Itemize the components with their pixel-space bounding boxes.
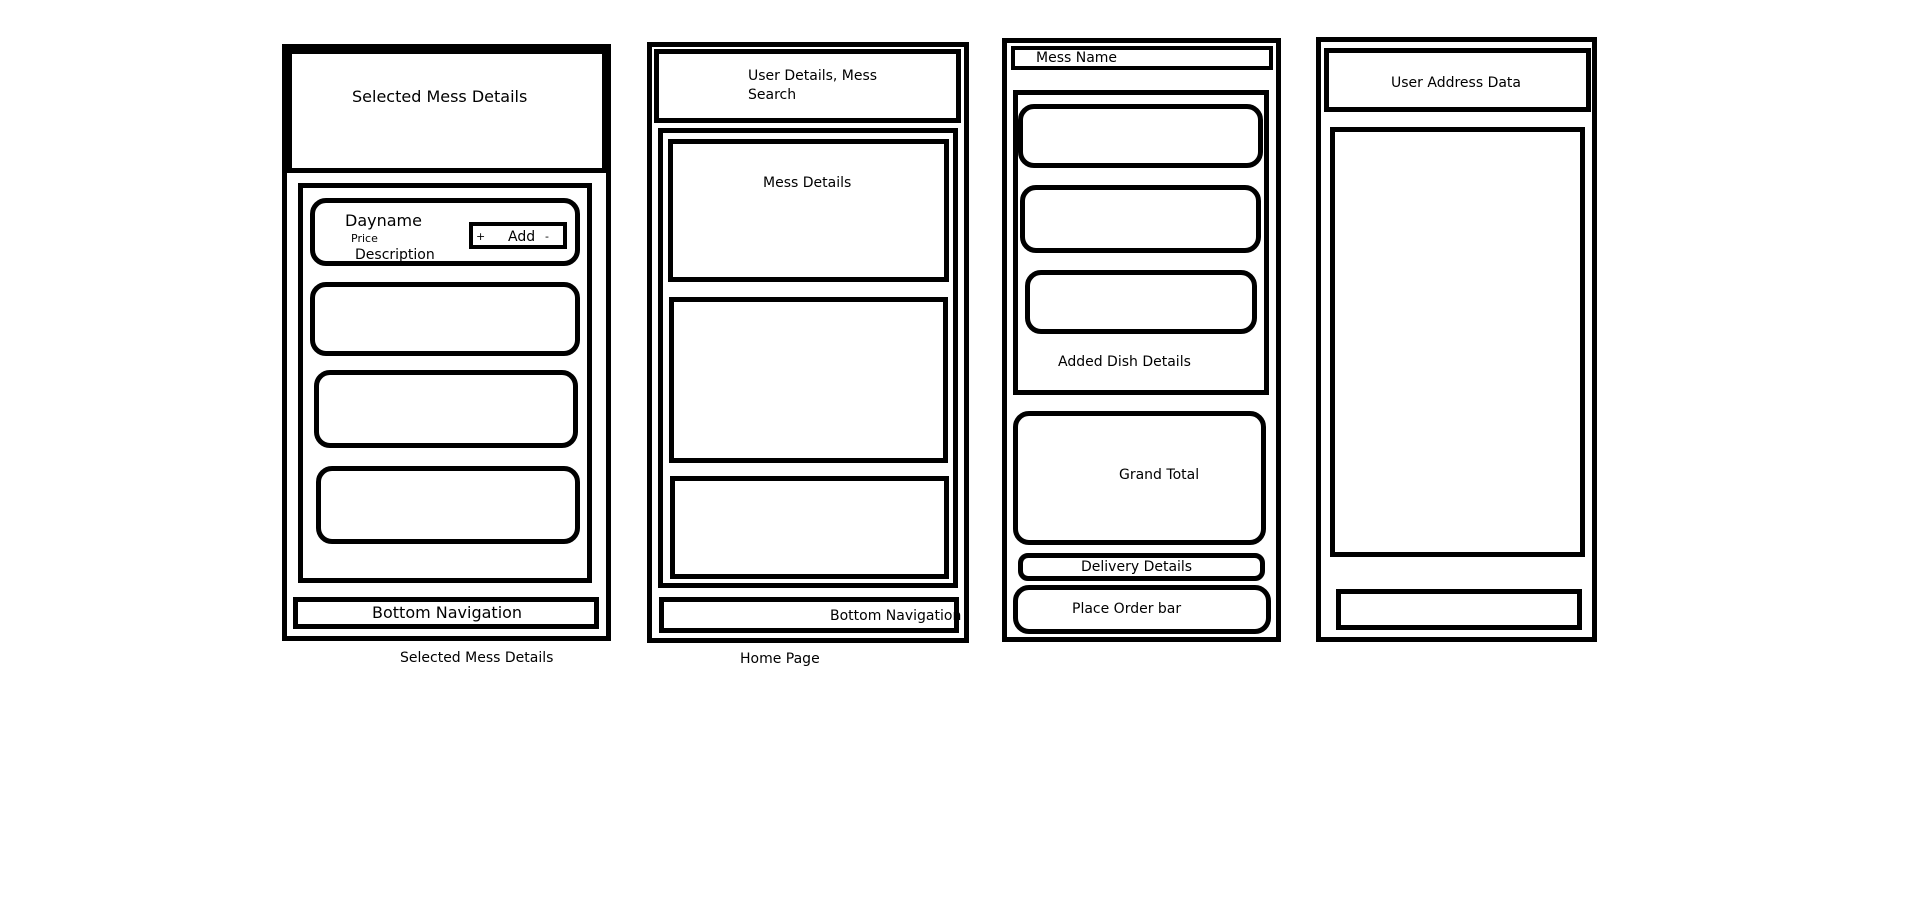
address-action-bar[interactable] <box>1336 589 1582 630</box>
mess-card[interactable] <box>669 297 948 463</box>
stepper-minus-icon[interactable]: - <box>545 230 549 243</box>
address-header-label: User Address Data <box>1391 75 1521 91</box>
selected-mess-header-label: Selected Mess Details <box>352 87 528 106</box>
stepper-add-label[interactable]: Add <box>508 229 535 246</box>
selected-mess-caption: Selected Mess Details <box>400 650 554 666</box>
added-dish-card[interactable] <box>1020 185 1261 253</box>
place-order-label: Place Order bar <box>1072 601 1182 617</box>
item-price: Price <box>351 232 378 245</box>
mess-card[interactable] <box>670 476 949 579</box>
home-header-line2: Search <box>748 87 797 103</box>
menu-item-card[interactable] <box>314 370 578 448</box>
menu-item-card[interactable] <box>316 466 580 544</box>
home-header-line1: User Details, Mess <box>748 68 878 84</box>
mess-card[interactable] <box>668 139 949 282</box>
bottom-navigation-label: Bottom Navigation <box>372 603 523 622</box>
added-dish-card[interactable] <box>1025 270 1257 334</box>
stepper-plus-icon[interactable]: + <box>476 230 485 243</box>
mess-card-title: Mess Details <box>763 175 852 191</box>
menu-item-card[interactable] <box>310 282 580 356</box>
added-dish-card[interactable] <box>1018 104 1263 168</box>
delivery-details-label: Delivery Details <box>1081 559 1193 575</box>
home-header-user-search[interactable] <box>654 49 961 123</box>
address-data-panel <box>1330 127 1585 557</box>
item-description: Description <box>355 247 435 263</box>
grand-total-label: Grand Total <box>1119 467 1200 483</box>
selected-mess-header <box>287 49 607 173</box>
mess-name-label: Mess Name <box>1036 50 1118 66</box>
home-caption: Home Page <box>740 651 820 667</box>
item-dayname: Dayname <box>345 211 422 230</box>
bottom-navigation-label: Bottom Navigation <box>830 608 962 624</box>
added-dish-label: Added Dish Details <box>1058 354 1191 370</box>
